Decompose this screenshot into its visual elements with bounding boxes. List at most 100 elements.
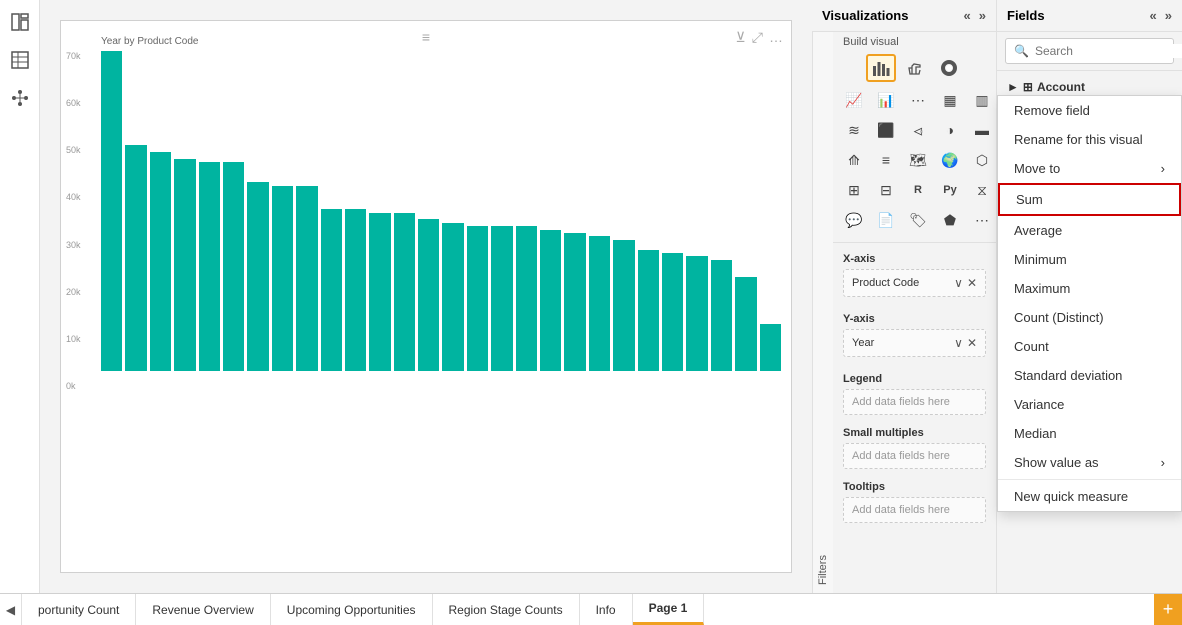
viz-icon-map[interactable]: 🗺 bbox=[903, 146, 933, 174]
viz-icon-more[interactable]: ⋯ bbox=[967, 206, 996, 234]
bar-item[interactable] bbox=[394, 213, 415, 371]
viz-icon-combo[interactable]: ▦ bbox=[935, 86, 965, 114]
viz-icon-donut[interactable] bbox=[934, 54, 964, 82]
bar-item[interactable] bbox=[369, 213, 390, 371]
bar-item[interactable] bbox=[760, 324, 781, 371]
model-icon[interactable] bbox=[8, 86, 32, 110]
viz-icon-decomp-tree[interactable]: ⧖ bbox=[967, 176, 996, 204]
y-axis-remove-icon[interactable]: ✕ bbox=[967, 336, 977, 350]
viz-icon-r-visual[interactable]: R bbox=[903, 176, 933, 204]
viz-icon-filled-map[interactable]: 🌍 bbox=[935, 146, 965, 174]
focus-icon[interactable]: ⤢ bbox=[752, 29, 763, 46]
context-menu-item-average[interactable]: Average bbox=[998, 216, 1181, 245]
tab-upcoming-opportunities[interactable]: Upcoming Opportunities bbox=[271, 594, 433, 625]
viz-icon-qna[interactable]: 💬 bbox=[839, 206, 869, 234]
search-input[interactable] bbox=[1035, 44, 1182, 58]
tooltips-label: Tooltips bbox=[843, 481, 986, 493]
bar-item[interactable] bbox=[125, 145, 146, 371]
context-menu-item-remove-field[interactable]: Remove field bbox=[998, 96, 1181, 125]
viz-icon-table[interactable]: ⊞ bbox=[839, 176, 869, 204]
bar-item[interactable] bbox=[418, 219, 439, 371]
viz-icon-slicer[interactable]: ≡ bbox=[871, 146, 901, 174]
bar-item[interactable] bbox=[174, 159, 195, 371]
tooltips-placeholder[interactable]: Add data fields here bbox=[843, 497, 986, 523]
viz-icon-line[interactable]: 📈 bbox=[839, 86, 869, 114]
small-multiples-placeholder[interactable]: Add data fields here bbox=[843, 443, 986, 469]
context-menu-item-maximum[interactable]: Maximum bbox=[998, 274, 1181, 303]
tab-info[interactable]: Info bbox=[580, 594, 633, 625]
tab-opportunity-count[interactable]: portunity Count bbox=[22, 594, 136, 625]
y-axis-chevron-icon[interactable]: ∨ bbox=[954, 336, 963, 350]
bar-item[interactable] bbox=[516, 226, 537, 371]
viz-icon-power-apps[interactable]: ⬟ bbox=[935, 206, 965, 234]
legend-placeholder[interactable]: Add data fields here bbox=[843, 389, 986, 415]
collapse-left-icon[interactable]: « bbox=[964, 8, 971, 23]
bar-item[interactable] bbox=[345, 209, 366, 371]
context-menu-item-rename-visual[interactable]: Rename for this visual bbox=[998, 125, 1181, 154]
report-icon[interactable] bbox=[8, 10, 32, 34]
bar-item[interactable] bbox=[735, 277, 756, 371]
context-menu-item-std-dev[interactable]: Standard deviation bbox=[998, 361, 1181, 390]
x-axis-chevron-icon[interactable]: ∨ bbox=[954, 276, 963, 290]
x-axis-field-box[interactable]: Product Code ∨ ✕ bbox=[843, 269, 986, 297]
bar-item[interactable] bbox=[686, 256, 707, 371]
fields-expand-icon[interactable]: » bbox=[1165, 8, 1172, 23]
bar-item[interactable] bbox=[223, 162, 244, 371]
viz-icon-paginated[interactable]: 🏷 bbox=[903, 206, 933, 234]
bar-item[interactable] bbox=[199, 162, 220, 371]
table-icon[interactable] bbox=[8, 48, 32, 72]
viz-icon-card[interactable]: ▬ bbox=[967, 116, 996, 144]
bar-item[interactable] bbox=[491, 226, 512, 371]
context-menu-item-median[interactable]: Median bbox=[998, 419, 1181, 448]
viz-icon-hand[interactable] bbox=[900, 54, 930, 82]
more-icon[interactable]: … bbox=[769, 29, 783, 46]
bar-item[interactable] bbox=[662, 253, 683, 371]
bar-item[interactable] bbox=[711, 260, 732, 371]
filter-icon[interactable]: ⊻ bbox=[736, 29, 746, 46]
viz-icon-100pct[interactable]: ▥ bbox=[967, 86, 996, 114]
viz-icon-narrative[interactable]: 📄 bbox=[871, 206, 901, 234]
context-menu-item-sum[interactable]: Sum bbox=[998, 183, 1181, 216]
small-multiples-label: Small multiples bbox=[843, 427, 986, 439]
bar-item[interactable] bbox=[613, 240, 634, 371]
viz-icon-gauge[interactable]: ◑ bbox=[935, 116, 965, 144]
viz-icon-matrix[interactable]: ⊟ bbox=[871, 176, 901, 204]
viz-icon-kpi[interactable]: ⟰ bbox=[839, 146, 869, 174]
context-menu-item-variance[interactable]: Variance bbox=[998, 390, 1181, 419]
fields-collapse-icon[interactable]: « bbox=[1150, 8, 1157, 23]
viz-icon-funnel[interactable]: ⏿ bbox=[903, 116, 933, 144]
context-menu-item-new-quick-measure[interactable]: New quick measure bbox=[998, 482, 1181, 511]
bar-item[interactable] bbox=[638, 250, 659, 371]
context-menu-item-show-value-as[interactable]: Show value as› bbox=[998, 448, 1181, 477]
bar-item[interactable] bbox=[101, 51, 122, 371]
bar-item[interactable] bbox=[296, 186, 317, 371]
bar-item[interactable] bbox=[321, 209, 342, 371]
add-page-button[interactable]: + bbox=[1154, 594, 1182, 625]
bar-item[interactable] bbox=[564, 233, 585, 371]
tab-page-1[interactable]: Page 1 bbox=[633, 594, 705, 625]
y-axis-field-box[interactable]: Year ∨ ✕ bbox=[843, 329, 986, 357]
tab-region-stage-counts[interactable]: Region Stage Counts bbox=[433, 594, 580, 625]
context-menu-item-minimum[interactable]: Minimum bbox=[998, 245, 1181, 274]
tab-revenue-overview[interactable]: Revenue Overview bbox=[136, 594, 270, 625]
bar-item[interactable] bbox=[589, 236, 610, 371]
expand-right-icon[interactable]: » bbox=[979, 8, 986, 23]
context-menu-item-move-to[interactable]: Move to› bbox=[998, 154, 1181, 183]
context-menu-item-count-distinct[interactable]: Count (Distinct) bbox=[998, 303, 1181, 332]
viz-icon-python[interactable]: Py bbox=[935, 176, 965, 204]
viz-icon-area[interactable]: 📊 bbox=[871, 86, 901, 114]
viz-icon-azure-map[interactable]: ⬡ bbox=[967, 146, 996, 174]
viz-icon-scatter[interactable]: ⋯ bbox=[903, 86, 933, 114]
bar-item[interactable] bbox=[272, 186, 293, 371]
bar-item[interactable] bbox=[467, 226, 488, 371]
bar-item[interactable] bbox=[247, 182, 268, 371]
viz-icon-waterfall[interactable]: ⬛ bbox=[871, 116, 901, 144]
context-menu-item-count[interactable]: Count bbox=[998, 332, 1181, 361]
bar-item[interactable] bbox=[442, 223, 463, 371]
viz-icon-bar-chart[interactable] bbox=[866, 54, 896, 82]
x-axis-remove-icon[interactable]: ✕ bbox=[967, 276, 977, 290]
bar-item[interactable] bbox=[540, 230, 561, 371]
bar-item[interactable] bbox=[150, 152, 171, 371]
viz-icon-ribbon[interactable]: ≋ bbox=[839, 116, 869, 144]
tab-prev-btn[interactable]: ◀ bbox=[0, 594, 22, 625]
